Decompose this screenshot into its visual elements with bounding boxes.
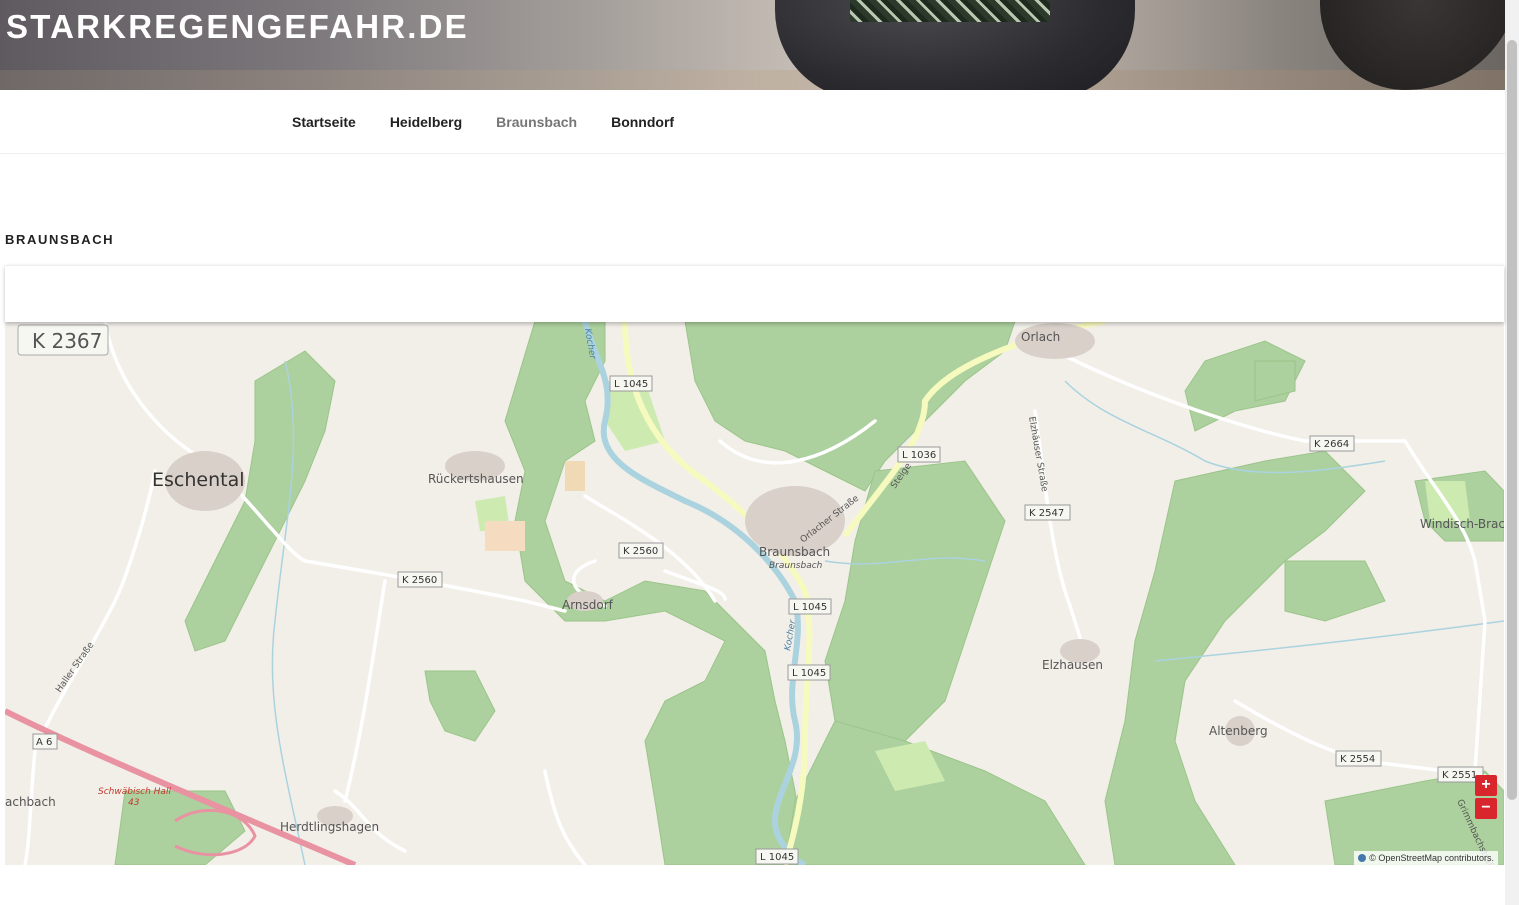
place-label-elzhausen: Elzhausen (1042, 658, 1103, 672)
page-scrollbar[interactable] (1505, 0, 1519, 905)
svg-text:K 2554: K 2554 (1340, 754, 1375, 765)
road-shield-k2554: K 2554 (1335, 750, 1382, 767)
road-shield-l1045-mid: L 1045 (788, 598, 832, 615)
place-label-rueckertshausen: Rückertshausen (428, 472, 524, 486)
road-shield-k2560-a: K 2560 (618, 542, 664, 559)
svg-text:K 2664: K 2664 (1314, 439, 1349, 450)
road-shield-l1036: L 1036 (897, 446, 941, 463)
street-label-elzhaeuser: Elzhäuser Straße (1026, 416, 1049, 493)
place-label-altenberg: Altenberg (1209, 724, 1268, 738)
place-label-achbach: achbach (5, 795, 56, 809)
map-view[interactable]: Eschental Rückertshausen Arnsdorf Brauns… (5, 321, 1504, 865)
map-tiles[interactable]: Eschental Rückertshausen Arnsdorf Brauns… (5, 321, 1504, 865)
place-label-herdtlingshagen: Herdtlingshagen (280, 820, 379, 834)
svg-text:K 2551: K 2551 (1442, 770, 1477, 781)
forest-areas (114, 321, 1504, 865)
site-title[interactable]: STARKREGENGEFAHR.DE (6, 8, 469, 46)
main-navigation: Startseite Heidelberg Braunsbach Bonndor… (0, 90, 1505, 154)
header-banner: STARKREGENGEFAHR.DE (0, 0, 1505, 90)
svg-text:L 1036: L 1036 (902, 450, 936, 461)
nav-item-bonndorf[interactable]: Bonndorf (594, 114, 691, 130)
banner-plant (850, 0, 1050, 22)
place-label-windisch-brac: Windisch-Brac (1420, 517, 1504, 531)
svg-text:L 1045: L 1045 (760, 852, 794, 863)
sand-area (565, 461, 585, 491)
nav-item-heidelberg[interactable]: Heidelberg (373, 114, 479, 130)
svg-text:L 1045: L 1045 (792, 668, 826, 679)
nav-item-braunsbach[interactable]: Braunsbach (479, 114, 594, 130)
zoom-in-button[interactable]: + (1475, 775, 1497, 796)
page-title: BRAUNSBACH (5, 232, 115, 247)
svg-text:K 2560: K 2560 (402, 575, 437, 586)
place-label-eschental: Eschental (152, 469, 245, 491)
nav-item-startseite[interactable]: Startseite (275, 114, 373, 130)
svg-text:A 6: A 6 (36, 737, 52, 748)
road-shield-k2664: K 2664 (1309, 435, 1355, 452)
road-shield-l1045-top: L 1045 (609, 375, 653, 392)
svg-text:L 1045: L 1045 (614, 379, 648, 390)
place-label-orlach: Orlach (1021, 330, 1060, 344)
road-shield-l1045-low: L 1045 (787, 664, 831, 681)
street-label-haller: Haller Straße (54, 640, 96, 694)
banner-table (0, 70, 1505, 90)
map-toolbar-panel (5, 265, 1504, 322)
place-label-braunsbach: Braunsbach (759, 545, 830, 559)
road-shield-k2560-b: K 2560 (397, 571, 443, 588)
road-shield-k2547: K 2547 (1024, 504, 1071, 521)
road-shield-k2367: K 2367 (17, 324, 109, 356)
scrollbar-thumb[interactable] (1507, 40, 1517, 800)
place-label-arnsdorf: Arnsdorf (562, 598, 614, 612)
svg-text:L 1045: L 1045 (793, 602, 827, 613)
road-shield-a6: A 6 (32, 733, 58, 750)
map-attribution[interactable]: © OpenStreetMap contributors. (1354, 851, 1498, 865)
svg-text:K 2547: K 2547 (1029, 508, 1064, 519)
leaflet-logo-icon (1358, 854, 1367, 862)
place-label-braunsbach-station: Braunsbach (769, 561, 823, 571)
road-shield-l1045-bottom: L 1045 (755, 848, 799, 865)
attribution-text[interactable]: © OpenStreetMap contributors. (1369, 853, 1494, 863)
farmland-area (485, 521, 525, 551)
svg-text:K 2560: K 2560 (623, 546, 658, 557)
zoom-out-button[interactable]: − (1475, 798, 1497, 819)
svg-text:K 2367: K 2367 (32, 329, 102, 353)
